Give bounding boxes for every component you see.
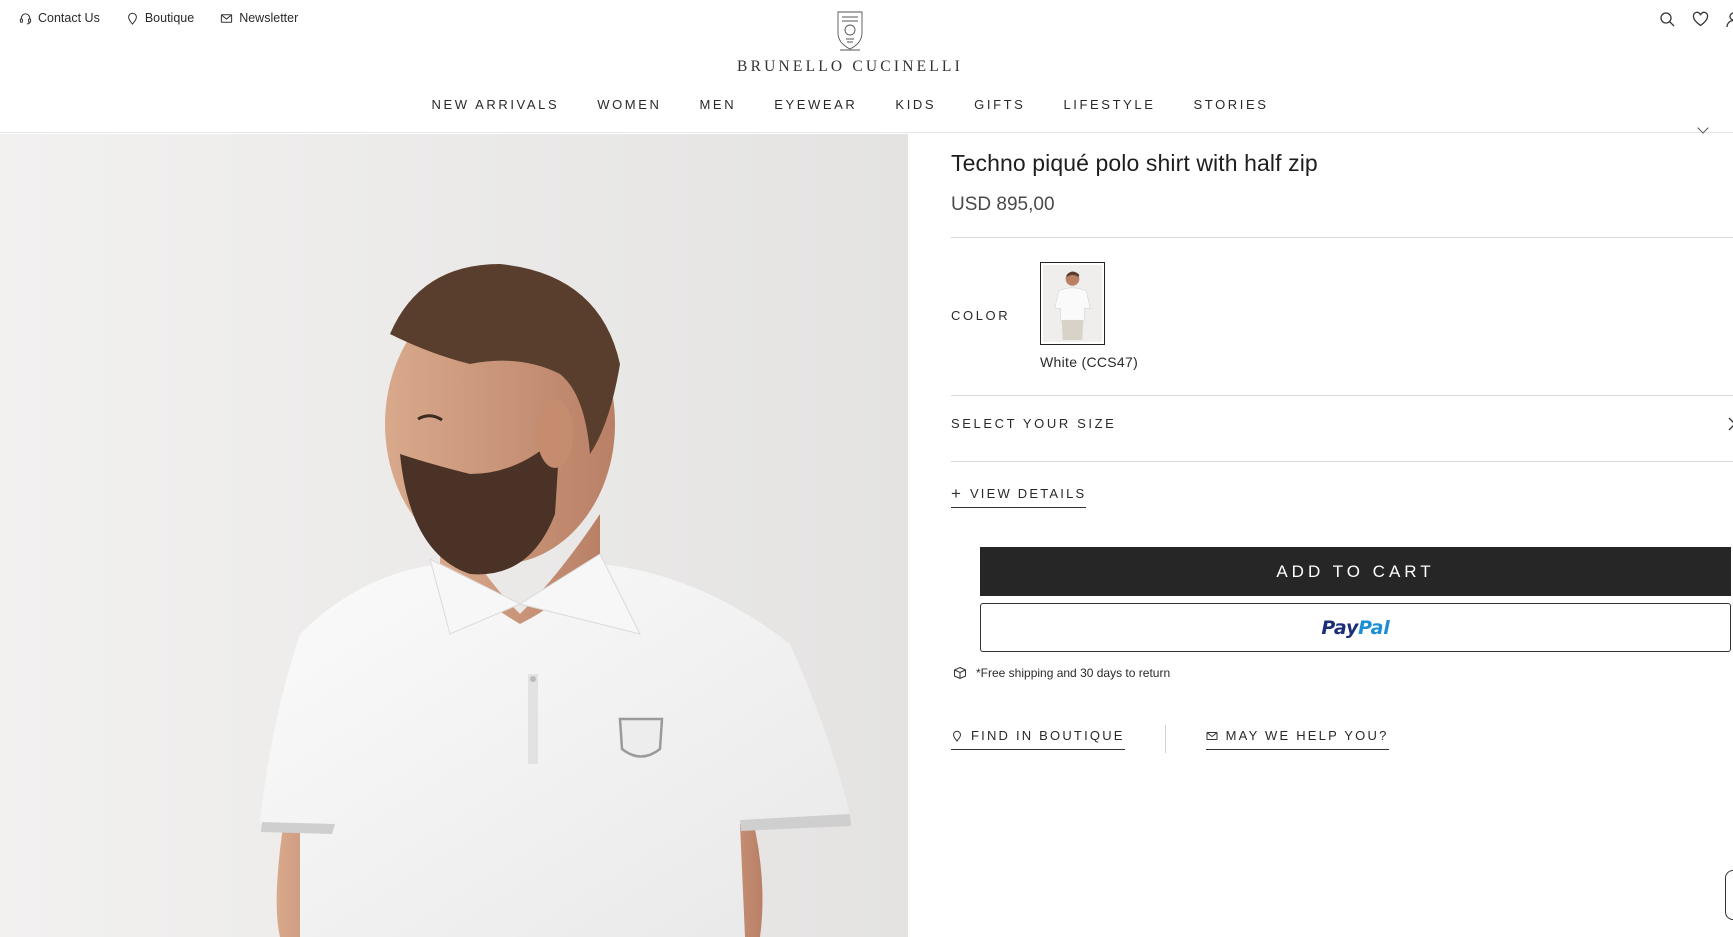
user-icon-clipped[interactable]: [1725, 11, 1733, 33]
nav-women[interactable]: WOMEN: [597, 97, 661, 112]
find-in-boutique-link[interactable]: FIND IN BOUTIQUE: [951, 728, 1125, 750]
paypal-button[interactable]: Pay Pal: [980, 603, 1731, 652]
paypal-logo-part2: Pal: [1358, 616, 1390, 639]
vertical-divider: [1164, 725, 1166, 753]
size-selector-label: SELECT YOUR SIZE: [951, 415, 1117, 431]
help-link[interactable]: MAY WE HELP YOU?: [1205, 728, 1389, 750]
brand-crest-icon: [837, 11, 863, 51]
nav-new-arrivals[interactable]: NEW ARRIVALS: [431, 97, 559, 112]
shipping-note: *Free shipping and 30 days to return: [953, 666, 1170, 680]
product-title: Techno piqué polo shirt with half zip: [951, 150, 1318, 176]
product-price: USD 895,00: [951, 194, 1055, 215]
color-swatch-thumbnail: [1043, 265, 1102, 342]
location-pin-icon: [952, 730, 962, 742]
view-details-toggle[interactable]: + VIEW DETAILS: [951, 483, 1087, 508]
help-label: MAY WE HELP YOU?: [1225, 728, 1389, 743]
nav-kids[interactable]: KIDS: [895, 97, 936, 112]
envelope-icon: [1206, 731, 1218, 740]
user-icon: [1726, 12, 1733, 28]
add-to-cart-button[interactable]: ADD TO CART: [980, 547, 1731, 596]
store-help-links: FIND IN BOUTIQUE MAY WE HELP YOU?: [951, 725, 1389, 753]
color-swatch-white[interactable]: [1040, 262, 1105, 345]
brand-name: BRUNELLO CUCINELLI: [737, 58, 963, 75]
brand-logo[interactable]: BRUNELLO CUCINELLI: [0, 9, 1700, 76]
product-info-panel: Techno piqué polo shirt with half zip US…: [951, 134, 1733, 937]
search-icon[interactable]: [1659, 11, 1676, 28]
product-image[interactable]: [0, 134, 908, 937]
nav-gifts[interactable]: GIFTS: [974, 97, 1025, 112]
model-wearing-polo-image: [0, 134, 908, 937]
box-icon: [954, 666, 966, 680]
divider: [951, 461, 1733, 462]
size-selector[interactable]: SELECT YOUR SIZE: [951, 395, 1733, 451]
nav-lifestyle[interactable]: LIFESTYLE: [1063, 97, 1155, 112]
nav-men[interactable]: MEN: [700, 97, 737, 112]
header-icons: [1659, 11, 1733, 33]
heart-icon[interactable]: [1692, 11, 1709, 28]
find-in-boutique-label: FIND IN BOUTIQUE: [971, 728, 1125, 743]
site-header: Contact Us Boutique Newsletter BRUNELLO …: [0, 0, 1733, 133]
main-navigation: NEW ARRIVALS WOMEN MEN EYEWEAR KIDS GIFT…: [0, 97, 1700, 112]
selected-color-name: White (CCS47): [1040, 354, 1139, 370]
shipping-note-text: *Free shipping and 30 days to return: [976, 666, 1171, 680]
nav-stories[interactable]: STORIES: [1194, 97, 1269, 112]
plus-icon: +: [951, 483, 961, 503]
paypal-logo-part1: Pay: [1321, 616, 1359, 639]
color-label: COLOR: [951, 308, 1011, 323]
chevron-right-icon: [1728, 417, 1733, 431]
view-details-label: VIEW DETAILS: [969, 486, 1087, 501]
divider: [951, 237, 1733, 238]
nav-eyewear[interactable]: EYEWEAR: [774, 97, 857, 112]
chat-widget-button[interactable]: [1725, 870, 1733, 920]
